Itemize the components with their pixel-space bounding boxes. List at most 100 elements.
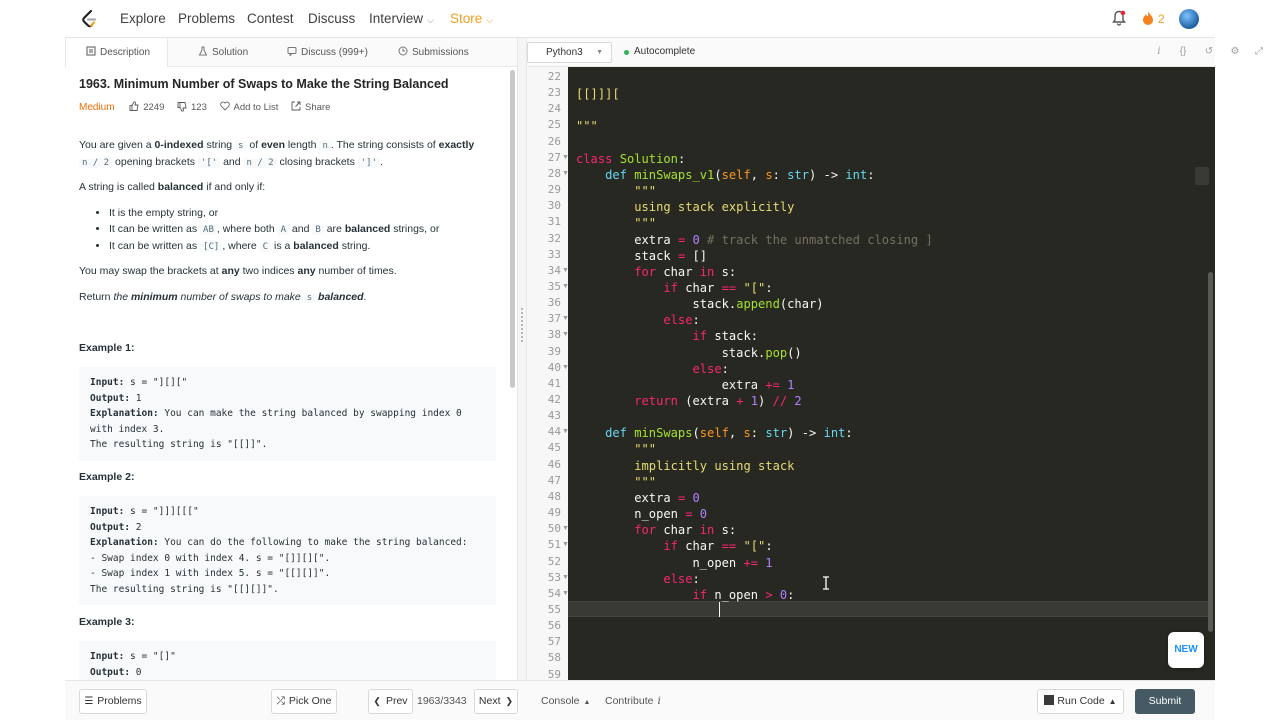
footer-bar: ☰ Problems ⤮ Pick One ❮ Prev 1963/3343 Next… (65, 680, 1215, 720)
text: You can do the following to make the str… (158, 537, 468, 548)
language-select[interactable]: Python3 ▼ (527, 42, 612, 63)
code-token: : (692, 571, 700, 586)
text: A string is called (79, 181, 158, 193)
text: string. (338, 240, 371, 252)
text: exactly (438, 139, 475, 151)
line-number: 53 (547, 570, 561, 584)
pick-one-button[interactable]: ⤮ Pick One (271, 689, 337, 714)
line-number: 35 (547, 279, 561, 293)
line-number: 41 (547, 376, 561, 390)
code-line: [[]]][ (576, 86, 620, 102)
text: if and only if: (203, 181, 266, 193)
share-button[interactable]: Share (291, 101, 330, 113)
drag-handle-icon (521, 308, 524, 342)
code-token: else (663, 571, 693, 586)
problem-paragraph: You may swap the brackets at any two ind… (79, 263, 504, 279)
inline-code: n / 2 (79, 158, 113, 168)
run-code-button[interactable]: Run Code ▲ (1037, 689, 1124, 714)
inline-code: n / 2 (243, 158, 277, 168)
chevron-left-icon: ❮ (373, 696, 381, 706)
code-token: self (721, 167, 751, 182)
code-line: stack.pop() (576, 345, 802, 361)
code-line: for char in s: (576, 264, 736, 280)
code-editor[interactable]: [[]]][""" class Solution: def minSwaps_v1… (568, 67, 1215, 680)
line-number: 57 (547, 635, 561, 649)
text: 0-indexed (154, 139, 204, 151)
autocomplete-toggle[interactable]: Autocomplete (634, 46, 695, 57)
code-token: return (634, 394, 678, 408)
nav-problems[interactable]: Problems (178, 11, 235, 26)
nav-explore[interactable]: Explore (120, 11, 166, 26)
avatar[interactable] (1179, 9, 1199, 29)
editor-scrollbar[interactable] (1208, 272, 1213, 632)
braces-icon[interactable]: {} (1176, 46, 1190, 57)
problem-tabs: Description Solution Discuss (999+) Subm… (65, 38, 517, 67)
dislike-button[interactable]: 123 (177, 102, 207, 113)
active-line-highlight (568, 601, 1208, 617)
console-toggle[interactable]: Console ▲ (541, 695, 590, 707)
balanced-conditions-list: It is the empty string, or It can be wri… (95, 205, 500, 255)
code-token: "[" (736, 280, 766, 295)
line-number: 24 (547, 102, 561, 116)
inline-code: n (319, 141, 331, 151)
leetcode-logo-icon[interactable] (79, 9, 99, 29)
info-icon[interactable]: i (1152, 46, 1166, 57)
prev-button[interactable]: ❮ Prev (368, 689, 413, 714)
mouse-ibeam-icon (823, 576, 829, 590)
problem-title: 1963. Minimum Number of Swaps to Make th… (79, 77, 449, 91)
text: number of times. (315, 265, 397, 277)
language-select-value: Python3 (546, 47, 583, 58)
fullscreen-icon[interactable]: ⤢ (1252, 46, 1266, 57)
problems-list-button[interactable]: ☰ Problems (79, 689, 147, 714)
text: . (380, 156, 383, 168)
contribute-link[interactable]: Contribute i (605, 695, 661, 707)
code-token: char (677, 280, 722, 295)
list-icon: ☰ (84, 696, 94, 707)
code-token: : (772, 167, 788, 182)
code-line: extra = 0 (576, 490, 700, 506)
reset-icon[interactable]: ↺ (1202, 46, 1216, 57)
code-token: ( (714, 167, 722, 182)
tab-solution[interactable]: Solution (198, 38, 248, 67)
pane-splitter[interactable] (517, 38, 527, 680)
text: the (113, 291, 131, 303)
tab-discuss[interactable]: Discuss (999+) (287, 38, 368, 67)
code-token: if (663, 280, 678, 295)
line-number: 27 (547, 150, 561, 164)
list-item: It is the empty string, or (109, 205, 500, 221)
panel-toggle-icon[interactable] (1195, 167, 1209, 185)
settings-gear-icon[interactable]: ⚙ (1228, 46, 1242, 57)
submit-button[interactable]: Submit (1135, 689, 1195, 714)
chevron-right-icon: ❯ (505, 696, 514, 706)
code-token: [[]]][ (576, 87, 620, 102)
line-number: 29 (547, 183, 561, 197)
like-button[interactable]: 2249 (129, 101, 164, 113)
tab-submissions[interactable]: Submissions (398, 38, 469, 67)
thumbs-up-icon (129, 101, 139, 111)
code-token: , (750, 167, 766, 182)
fire-icon[interactable] (1142, 10, 1154, 26)
code-line: return (extra + 1) // 2 (576, 393, 801, 409)
nav-discuss[interactable]: Discuss (308, 11, 355, 26)
text: balanced (293, 240, 339, 252)
new-feature-button[interactable]: NEW (1168, 632, 1204, 668)
nav-contest[interactable]: Contest (247, 11, 294, 26)
nav-store[interactable]: Store ⌵ (450, 11, 493, 26)
add-to-list-button[interactable]: Add to List (219, 101, 278, 113)
code-token: """ (634, 442, 657, 457)
code-token: n_open (707, 587, 766, 602)
nav-interview[interactable]: Interview ⌵ (369, 11, 434, 26)
description-scrollbar[interactable] (510, 70, 515, 388)
text: is a (271, 240, 294, 252)
tab-solution-label: Solution (212, 47, 249, 58)
line-number: 22 (547, 70, 561, 83)
bell-icon[interactable] (1112, 10, 1126, 26)
code-token: n_open (576, 507, 686, 522)
label: Output: (90, 521, 131, 533)
tab-description[interactable]: Description (65, 38, 168, 67)
next-button[interactable]: Next ❯ (474, 689, 518, 714)
code-token: """ (634, 216, 657, 231)
